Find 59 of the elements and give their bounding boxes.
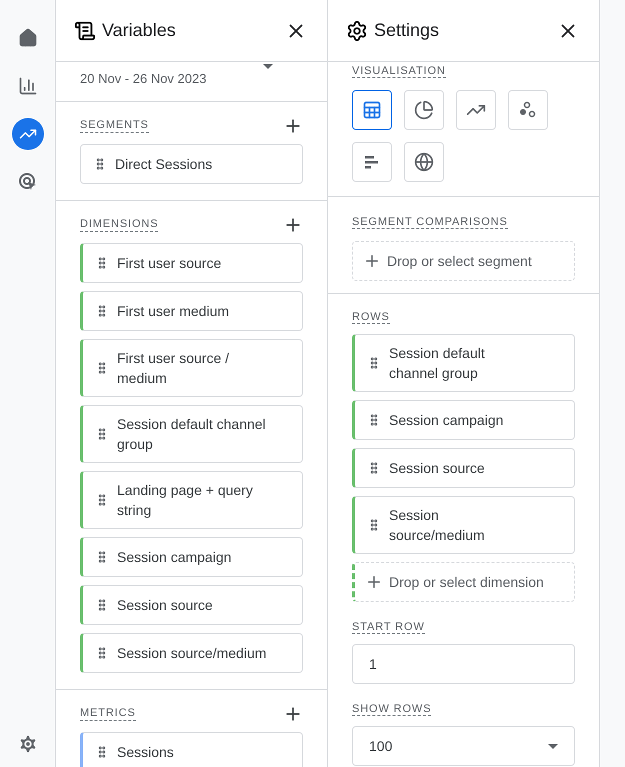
chip-label: Session source/medium [389,506,486,545]
chip-label: First user medium [117,302,230,320]
section-label: SHOW ROWS [352,703,432,716]
table-icon [362,100,382,120]
chip-label: Session source [117,596,213,614]
nav-rail-button[interactable] [12,118,44,150]
chip-label: Session default channel group [389,344,486,383]
section-label: METRICS [80,706,136,721]
panel-title: Settings [374,19,440,42]
caret-icon [548,744,558,748]
chip-label: Session campaign [389,411,504,430]
start-row-field[interactable]: 1 [352,644,575,684]
section-label: DIMENSIONS [80,217,158,232]
variable-chip[interactable]: Landing page + query string [80,470,303,528]
show-rows-select[interactable]: 100 [352,726,575,766]
chip-label: Session campaign [117,548,232,566]
variable-chip[interactable]: Session default channel group [80,404,303,462]
chip-label: Direct Sessions [115,154,212,174]
variable-chip[interactable]: Session default channel group [352,334,575,392]
section-label: SEGMENTS [80,118,149,133]
chip-label: First user source [117,254,222,272]
settings-icon [346,20,368,42]
plus-icon [365,573,383,591]
chip-label: Landing page + query string [117,480,254,520]
section-label: SEGMENT COMPARISONS [352,216,508,229]
chip-label: Session default channel group [117,414,267,454]
scatter-plot-icon [518,100,538,120]
plus-icon [363,252,381,270]
variable-chip[interactable]: First user source [80,242,303,282]
variable-chip[interactable]: Session source/medium [80,632,303,672]
drop-zone[interactable]: Drop or select dimension [352,562,575,602]
variable-chip[interactable]: First user medium [80,290,303,330]
chip-label: Sessions [117,742,174,762]
globe-icon [414,152,434,172]
section-label: VISUALISATION [352,65,446,78]
date-range-text: 20 Nov - 26 Nov 2023 [80,70,206,88]
variable-chip[interactable]: Session source [352,448,575,488]
target-cursor-icon [18,172,38,192]
drop-zone[interactable]: Drop or select segment [352,241,575,281]
chip-label: Session source [389,459,485,478]
variable-chip[interactable]: Session source [80,584,303,624]
dropdown-caret[interactable] [263,64,273,69]
panel-title: Variables [102,19,176,42]
section-label: START ROW [352,621,425,634]
variable-chip[interactable]: Sessions [80,732,303,767]
variable-chip[interactable]: Session campaign [352,400,575,440]
pie-chart-icon [414,100,434,120]
chip-label: First user source / medium [117,348,230,388]
bar-chart-icon [18,76,38,96]
chip-label: Session source/medium [117,644,266,662]
visualisation-option[interactable] [352,90,392,130]
variable-chip[interactable]: Session source/medium [352,496,575,554]
variable-chip[interactable]: Session campaign [80,536,303,576]
variable-chip[interactable]: Direct Sessions [80,144,303,184]
list-document-icon [74,20,96,42]
variable-chip[interactable]: First user source / medium [80,338,303,396]
home-icon [18,28,38,48]
select-value: 100 [369,736,392,756]
section-label: ROWS [352,311,390,324]
